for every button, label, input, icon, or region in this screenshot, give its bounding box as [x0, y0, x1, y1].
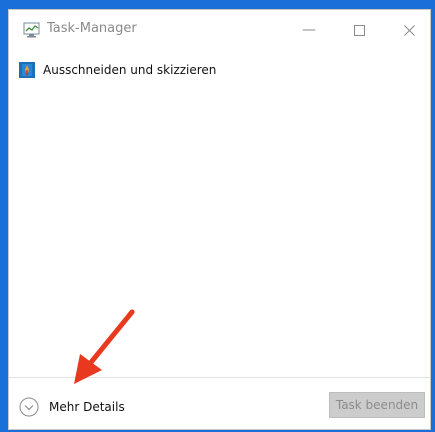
chevron-down-icon — [19, 397, 39, 417]
minimize-icon: — — [302, 22, 316, 38]
title-bar[interactable]: Task-Manager — — [9, 10, 430, 50]
close-icon — [403, 24, 415, 36]
maximize-icon — [353, 24, 365, 36]
task-list-item[interactable]: Ausschneiden und skizzieren — [19, 58, 216, 82]
task-label: Ausschneiden und skizzieren — [43, 63, 217, 77]
minimize-button[interactable]: — — [289, 16, 329, 44]
close-button[interactable] — [389, 16, 429, 44]
snip-sketch-icon — [19, 62, 35, 78]
more-details-toggle[interactable]: Mehr Details — [19, 397, 125, 417]
more-details-label: Mehr Details — [49, 400, 125, 414]
end-task-button[interactable]: Task beenden — [329, 392, 425, 418]
window-title: Task-Manager — [47, 21, 137, 36]
task-manager-icon — [23, 22, 40, 38]
maximize-button[interactable] — [339, 16, 379, 44]
red-arrow-annotation — [74, 309, 135, 384]
